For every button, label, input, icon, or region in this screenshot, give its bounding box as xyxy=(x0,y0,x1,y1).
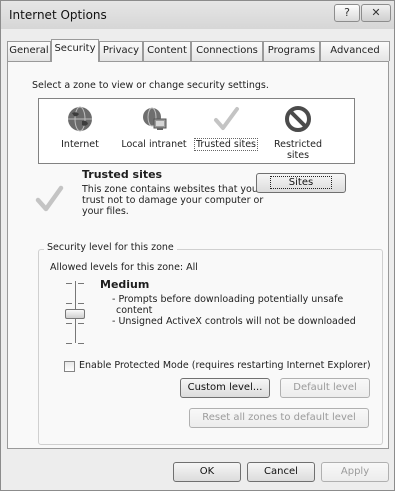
slider-tick xyxy=(66,303,72,304)
help-icon: ? xyxy=(344,6,350,19)
zone-restricted-sites-label-line1: Restricted xyxy=(273,139,323,150)
zone-internet-label: Internet xyxy=(61,139,99,150)
zone-restricted-sites[interactable]: Restricted sites xyxy=(261,105,335,161)
tab-advanced[interactable]: Advanced xyxy=(320,41,390,61)
slider-thumb[interactable] xyxy=(65,309,85,319)
security-tab-panel: Select a zone to view or change security… xyxy=(7,61,389,449)
tab-general[interactable]: General xyxy=(7,41,51,61)
slider-tick xyxy=(78,343,84,344)
title-bar: Internet Options ? ✕ xyxy=(1,1,394,29)
zone-trusted-sites[interactable]: Trusted sites xyxy=(189,105,263,161)
reset-all-zones-button[interactable]: Reset all zones to default level xyxy=(189,408,369,428)
zone-restricted-sites-label-line2: sites xyxy=(286,150,310,161)
security-level-legend: Security level for this zone xyxy=(44,242,177,253)
zone-prompt: Select a zone to view or change security… xyxy=(32,80,269,91)
zone-info-description: This zone contains websites that you tru… xyxy=(82,184,264,217)
trusted-sites-large-icon xyxy=(35,185,64,212)
zone-local-intranet[interactable]: Local intranet xyxy=(117,105,191,161)
zone-internet[interactable]: Internet xyxy=(43,105,117,161)
slider-tick xyxy=(66,283,72,284)
security-level-details: - Prompts before downloading potentially… xyxy=(112,294,356,327)
apply-button[interactable]: Apply xyxy=(321,462,389,482)
security-level-slider[interactable] xyxy=(62,281,85,347)
cancel-button[interactable]: Cancel xyxy=(247,462,315,482)
tab-programs[interactable]: Programs xyxy=(263,41,320,61)
slider-tick xyxy=(66,343,72,344)
security-level-name: Medium xyxy=(100,278,150,291)
zone-trusted-sites-label: Trusted sites xyxy=(193,138,258,151)
ok-button[interactable]: OK xyxy=(173,462,241,482)
tab-strip: General Security Privacy Content Connect… xyxy=(7,39,390,62)
slider-tick xyxy=(66,323,72,324)
internet-options-window: Internet Options ? ✕ General Security Pr… xyxy=(0,0,395,491)
zone-local-intranet-label: Local intranet xyxy=(121,139,187,150)
checkmark-icon xyxy=(214,107,239,130)
slider-tick xyxy=(78,303,84,304)
window-title: Internet Options xyxy=(9,8,107,22)
protected-mode-checkbox[interactable] xyxy=(64,361,75,372)
zone-info-title: Trusted sites xyxy=(82,168,163,181)
slider-tick xyxy=(78,323,84,324)
protected-mode-label[interactable]: Enable Protected Mode (requires restarti… xyxy=(79,360,371,371)
restricted-icon xyxy=(285,106,311,132)
sites-button[interactable]: Sites xyxy=(256,173,346,193)
tab-privacy[interactable]: Privacy xyxy=(99,41,143,61)
zone-list: Internet Local intranet Trusted sites Re… xyxy=(38,98,355,164)
default-level-button[interactable]: Default level xyxy=(280,378,370,398)
slider-tick xyxy=(78,283,84,284)
tab-content[interactable]: Content xyxy=(143,41,191,61)
tab-connections[interactable]: Connections xyxy=(191,41,263,61)
custom-level-button[interactable]: Custom level... xyxy=(180,378,270,398)
close-icon: ✕ xyxy=(371,6,381,19)
allowed-levels-text: Allowed levels for this zone: All xyxy=(50,262,198,273)
intranet-icon xyxy=(143,107,167,130)
globe-icon xyxy=(68,106,92,132)
help-button[interactable]: ? xyxy=(334,4,360,22)
tab-security[interactable]: Security xyxy=(51,39,99,62)
close-button[interactable]: ✕ xyxy=(361,4,391,22)
